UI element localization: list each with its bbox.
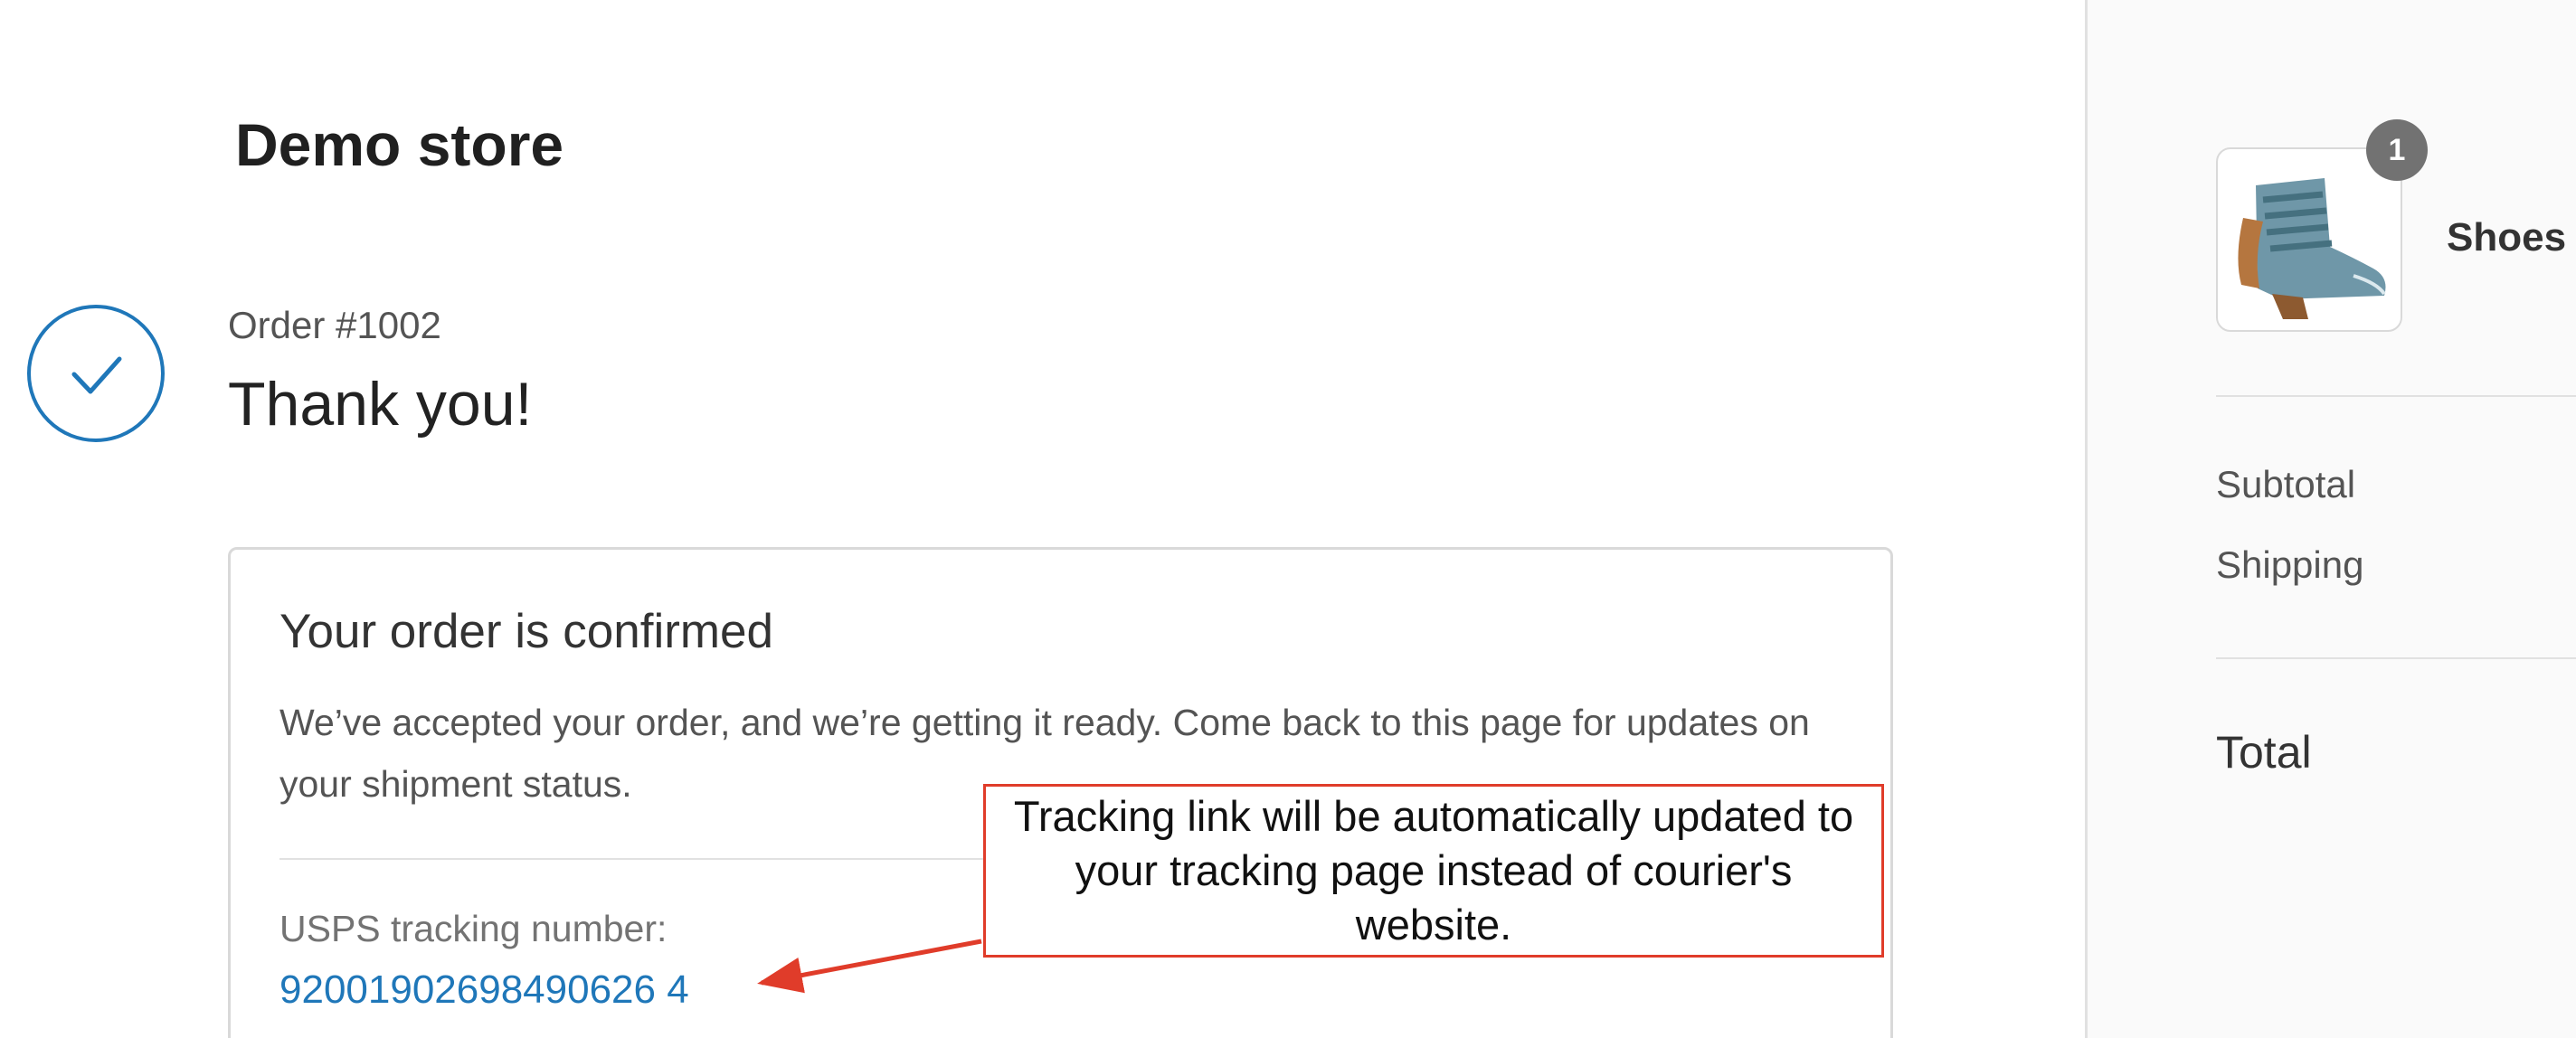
total-label: Total bbox=[2216, 727, 2312, 778]
product-thumbnail bbox=[2216, 147, 2402, 332]
shipping-label: Shipping bbox=[2216, 543, 2364, 586]
boot-image bbox=[2238, 178, 2386, 319]
product-name: Shoes bbox=[2447, 215, 2567, 260]
annotation-callout: Tracking link will be automatically upda… bbox=[983, 784, 1884, 958]
quantity-badge: 1 bbox=[2366, 119, 2428, 181]
divider bbox=[2216, 395, 2576, 397]
subtotal-label: Subtotal bbox=[2216, 463, 2356, 505]
order-summary-sidebar: 1 Shoes Subtotal Shipping Total bbox=[2085, 0, 2576, 1038]
order-status-page: Demo store Order #1002 Thank you! Your o… bbox=[0, 0, 2576, 1038]
divider bbox=[2216, 657, 2576, 659]
